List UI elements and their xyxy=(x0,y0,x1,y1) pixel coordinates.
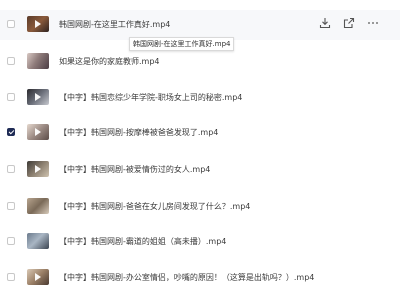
file-name[interactable]: 【中字】韩国恋综少年学院-职场女上司的秘密.mp4 xyxy=(59,92,242,103)
file-row[interactable]: 【中字】韩国网剧-办公室情侣，吵嘴的原因！（这算是出轨吗？）.mp4 xyxy=(0,263,400,293)
file-name[interactable]: 【中字】韩国网剧-按摩棒被爸爸发现了.mp4 xyxy=(59,127,218,138)
video-thumbnail xyxy=(27,233,49,249)
video-thumbnail xyxy=(27,16,49,32)
share-icon[interactable] xyxy=(342,16,356,30)
file-name[interactable]: 韩国网剧-在这里工作真好.mp4 xyxy=(59,19,170,30)
video-thumbnail xyxy=(27,198,49,214)
row-checkbox[interactable] xyxy=(7,57,15,65)
row-checkbox[interactable] xyxy=(7,20,15,28)
file-row[interactable]: 【中字】韩国恋综少年学院-职场女上司的秘密.mp4 xyxy=(0,83,400,113)
play-icon xyxy=(35,165,41,173)
file-name[interactable]: 【中字】韩国网剧-被爱情伤过的女人.mp4 xyxy=(59,164,210,175)
more-icon[interactable] xyxy=(366,16,380,30)
file-row[interactable]: 【中字】韩国网剧-按摩棒被爸爸发现了.mp4 xyxy=(0,118,400,148)
file-row[interactable]: 韩国网剧-在这里工作真好.mp4 xyxy=(0,10,400,40)
row-checkbox[interactable] xyxy=(7,128,15,136)
video-thumbnail xyxy=(27,161,49,177)
file-row[interactable]: 如果这是你的家庭教师.mp4 xyxy=(0,47,400,77)
download-icon[interactable] xyxy=(318,16,332,30)
file-name[interactable]: 【中字】韩国网剧-办公室情侣，吵嘴的原因！（这算是出轨吗？）.mp4 xyxy=(59,272,314,283)
row-checkbox[interactable] xyxy=(7,237,15,245)
play-icon xyxy=(35,128,41,136)
play-icon xyxy=(35,273,41,281)
video-thumbnail xyxy=(27,89,49,105)
video-thumbnail xyxy=(27,53,49,69)
video-thumbnail xyxy=(27,269,49,285)
filename-tooltip: 韩国网剧-在这里工作真好.mp4 xyxy=(129,37,235,51)
video-thumbnail xyxy=(27,124,49,140)
file-name[interactable]: 如果这是你的家庭教师.mp4 xyxy=(59,56,160,67)
file-row[interactable]: 【中字】韩国网剧-霸道的姐姐（高未播）.mp4 xyxy=(0,227,400,257)
play-icon xyxy=(35,20,41,28)
row-checkbox[interactable] xyxy=(7,165,15,173)
file-row[interactable]: 【中字】韩国网剧-爸爸在女儿房间发现了什么？.mp4 xyxy=(0,192,400,222)
file-name[interactable]: 【中字】韩国网剧-霸道的姐姐（高未播）.mp4 xyxy=(59,236,226,247)
play-icon xyxy=(35,93,41,101)
row-checkbox[interactable] xyxy=(7,273,15,281)
row-checkbox[interactable] xyxy=(7,93,15,101)
file-row[interactable]: 【中字】韩国网剧-被爱情伤过的女人.mp4 xyxy=(0,155,400,185)
file-name[interactable]: 【中字】韩国网剧-爸爸在女儿房间发现了什么？.mp4 xyxy=(59,201,250,212)
row-checkbox[interactable] xyxy=(7,202,15,210)
